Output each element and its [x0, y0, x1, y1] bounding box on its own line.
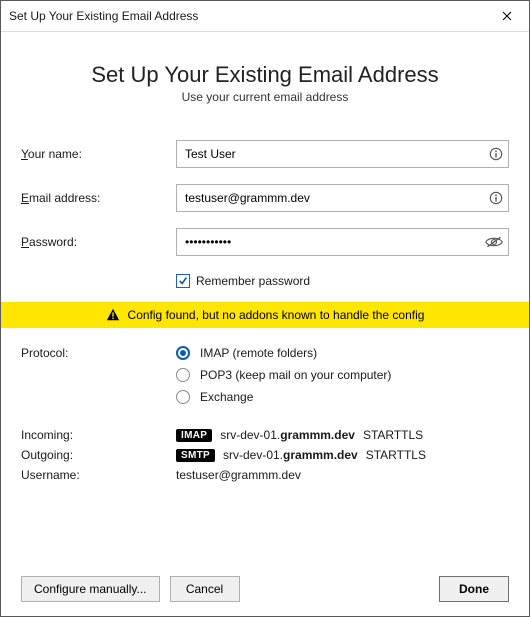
username-label: Username:	[21, 468, 176, 482]
done-button[interactable]: Done	[439, 576, 509, 602]
info-icon[interactable]	[489, 147, 503, 161]
username-value: testuser@grammm.dev	[176, 468, 509, 482]
remember-password-checkbox[interactable]	[176, 274, 190, 288]
name-label: Your name:	[21, 147, 176, 161]
info-icon[interactable]	[489, 191, 503, 205]
email-input[interactable]	[176, 184, 509, 212]
protocol-label: Protocol:	[21, 346, 176, 360]
password-label: Password:	[21, 235, 176, 249]
name-input-wrap	[176, 140, 509, 168]
outgoing-label: Outgoing:	[21, 448, 176, 462]
protocol-option-exchange[interactable]: Exchange	[176, 390, 509, 404]
show-password-icon[interactable]	[485, 235, 503, 249]
close-button[interactable]	[484, 1, 529, 31]
name-input[interactable]	[176, 140, 509, 168]
smtp-chip: SMTP	[176, 449, 215, 462]
config-notice-text: Config found, but no addons known to han…	[128, 308, 425, 322]
protocol-option-label: Exchange	[200, 390, 253, 404]
dialog-footer: Configure manually... Cancel Done	[21, 546, 509, 602]
incoming-security: STARTTLS	[363, 428, 423, 442]
outgoing-host: srv-dev-01.grammm.dev	[223, 448, 358, 462]
server-info: Incoming: IMAP srv-dev-01.grammm.dev STA…	[21, 428, 509, 482]
warning-icon	[106, 308, 120, 322]
outgoing-security: STARTTLS	[366, 448, 426, 462]
dialog-window: Set Up Your Existing Email Address Set U…	[0, 0, 530, 617]
radio-icon	[176, 346, 190, 360]
password-input-wrap	[176, 228, 509, 256]
protocol-option-label: IMAP (remote folders)	[200, 346, 317, 360]
dialog-body: Set Up Your Existing Email Address Use y…	[1, 32, 529, 616]
protocol-section: Protocol: IMAP (remote folders) POP3 (ke…	[21, 346, 509, 404]
remember-password-label: Remember password	[196, 274, 310, 288]
incoming-line: IMAP srv-dev-01.grammm.dev STARTTLS	[176, 428, 509, 442]
config-notice: Config found, but no addons known to han…	[1, 302, 529, 328]
close-icon	[502, 9, 512, 24]
imap-chip: IMAP	[176, 429, 212, 442]
password-input[interactable]	[176, 228, 509, 256]
email-input-wrap	[176, 184, 509, 212]
titlebar: Set Up Your Existing Email Address	[1, 1, 529, 32]
protocol-option-pop3[interactable]: POP3 (keep mail on your computer)	[176, 368, 509, 382]
protocol-options: IMAP (remote folders) POP3 (keep mail on…	[176, 346, 509, 404]
page-title: Set Up Your Existing Email Address	[21, 62, 509, 88]
incoming-host: srv-dev-01.grammm.dev	[220, 428, 355, 442]
protocol-option-imap[interactable]: IMAP (remote folders)	[176, 346, 509, 360]
protocol-option-label: POP3 (keep mail on your computer)	[200, 368, 391, 382]
page-subtitle: Use your current email address	[21, 90, 509, 104]
cancel-button[interactable]: Cancel	[170, 576, 240, 602]
email-label: Email address:	[21, 191, 176, 205]
incoming-label: Incoming:	[21, 428, 176, 442]
remember-password-row[interactable]: Remember password	[176, 274, 509, 288]
account-form: Your name: Email address: Password:	[21, 140, 509, 256]
configure-manually-button[interactable]: Configure manually...	[21, 576, 160, 602]
outgoing-line: SMTP srv-dev-01.grammm.dev STARTTLS	[176, 448, 509, 462]
footer-spacer	[250, 576, 430, 602]
radio-icon	[176, 390, 190, 404]
radio-icon	[176, 368, 190, 382]
window-title: Set Up Your Existing Email Address	[9, 9, 484, 23]
